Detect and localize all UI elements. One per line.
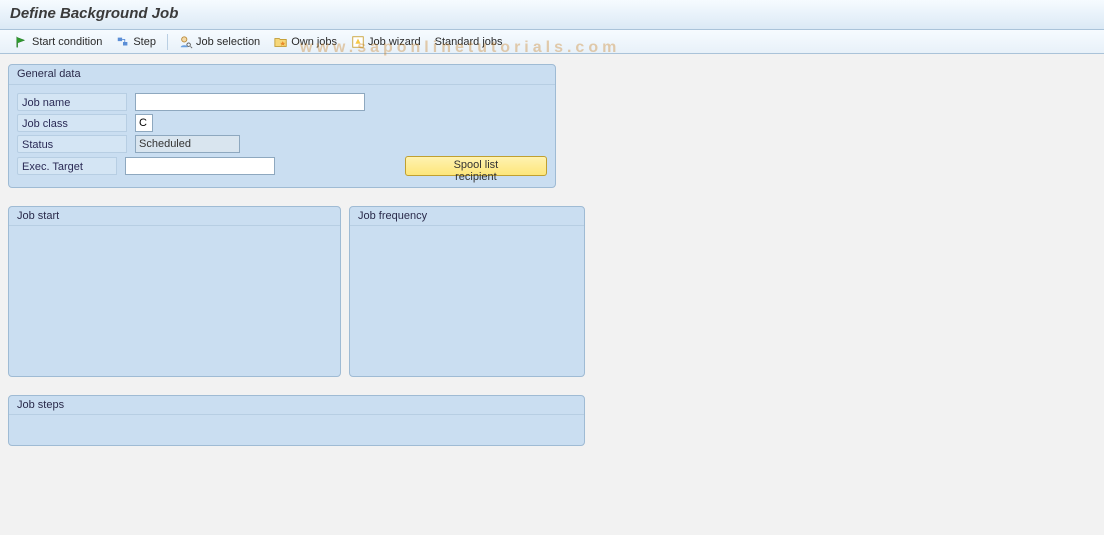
- start-condition-button[interactable]: Start condition: [8, 32, 109, 52]
- panel-title: Job start: [9, 207, 340, 226]
- person-search-icon: [179, 35, 193, 49]
- panel-title: Job frequency: [350, 207, 584, 226]
- spool-list-recipient-button[interactable]: Spool list recipient: [405, 156, 547, 176]
- job-wizard-button[interactable]: Job wizard: [344, 32, 428, 52]
- folder-star-icon: [274, 35, 288, 49]
- application-toolbar: Start condition Step Job selection Own j…: [0, 30, 1104, 54]
- job-name-label: Job name: [17, 93, 127, 111]
- toolbar-label: Start condition: [32, 36, 102, 48]
- step-button[interactable]: Step: [109, 32, 163, 52]
- job-start-body: [9, 226, 340, 376]
- standard-jobs-button[interactable]: Standard jobs: [428, 33, 510, 51]
- status-field: [135, 135, 240, 153]
- toolbar-label: Standard jobs: [435, 36, 503, 48]
- toolbar-label: Job wizard: [368, 36, 421, 48]
- job-steps-panel: Job steps: [8, 395, 585, 446]
- toolbar-separator: [167, 34, 168, 50]
- step-icon: [116, 35, 130, 49]
- job-name-input[interactable]: [135, 93, 365, 111]
- job-selection-button[interactable]: Job selection: [172, 32, 267, 52]
- job-steps-body: [9, 415, 584, 445]
- toolbar-label: Step: [133, 36, 156, 48]
- own-jobs-button[interactable]: Own jobs: [267, 32, 344, 52]
- job-class-label: Job class: [17, 114, 127, 132]
- job-class-input[interactable]: [135, 114, 153, 132]
- page-title: Define Background Job: [0, 0, 1104, 30]
- content-area: General data Job name Job class Status E…: [0, 54, 1104, 456]
- toolbar-label: Own jobs: [291, 36, 337, 48]
- flag-icon: [15, 35, 29, 49]
- wizard-icon: [351, 35, 365, 49]
- group-title: General data: [9, 65, 555, 85]
- status-label: Status: [17, 135, 127, 153]
- exec-target-label: Exec. Target: [17, 157, 117, 175]
- toolbar-label: Job selection: [196, 36, 260, 48]
- general-data-group: General data Job name Job class Status E…: [8, 64, 556, 188]
- job-frequency-panel: Job frequency: [349, 206, 585, 377]
- exec-target-input[interactable]: [125, 157, 275, 175]
- job-frequency-body: [350, 226, 584, 376]
- job-start-panel: Job start: [8, 206, 341, 377]
- panel-title: Job steps: [9, 396, 584, 415]
